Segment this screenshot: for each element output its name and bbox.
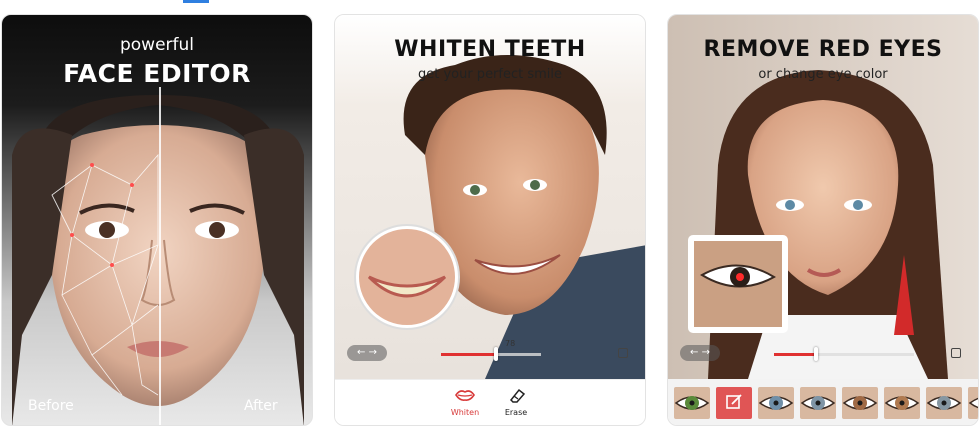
slider-fill <box>441 353 496 356</box>
dark-blue-eye-swatch[interactable] <box>968 387 978 419</box>
tool-erase[interactable]: Erase <box>491 386 541 417</box>
tool-whiten[interactable]: Whiten <box>440 386 490 417</box>
headline: REMOVE RED EYES <box>703 37 943 62</box>
tagline: powerful <box>119 35 195 55</box>
tool-bar: Whiten Erase <box>335 379 645 425</box>
tool-whiten-label: Whiten <box>450 408 480 417</box>
gray-eye-swatch[interactable] <box>926 387 962 419</box>
after-label: After <box>244 398 278 414</box>
hazel-eye-swatch[interactable] <box>842 387 878 419</box>
screenshot-face-editor[interactable]: powerful FACE EDITOR Before After <box>1 14 313 426</box>
redo-arrow-icon[interactable]: → <box>702 347 710 358</box>
undo-redo-control[interactable]: ← → <box>347 345 387 361</box>
gray-blue-eye-swatch[interactable] <box>800 387 836 419</box>
tool-erase-label: Erase <box>504 408 528 417</box>
carousel-indicator <box>183 0 209 3</box>
undo-redo-control[interactable]: ← → <box>680 345 720 361</box>
green-eye-swatch[interactable] <box>674 387 710 419</box>
intensity-slider[interactable] <box>774 347 914 361</box>
screenshot-remove-red-eyes[interactable]: REMOVE RED EYES or change eye color ← → <box>667 14 979 426</box>
edit-icon[interactable] <box>716 387 752 419</box>
eye-color-swatches <box>668 379 978 425</box>
screenshot-whiten-teeth[interactable]: WHITEN TEETH get your perfect smile ← → … <box>334 14 646 426</box>
compare-icon[interactable] <box>618 348 628 358</box>
before-after-divider[interactable] <box>159 87 161 425</box>
slider-value: 78 <box>505 339 516 348</box>
compare-icon[interactable] <box>951 348 961 358</box>
redo-arrow-icon[interactable]: → <box>369 347 377 358</box>
subtitle: get your perfect smile <box>417 67 563 82</box>
lips-icon <box>455 390 475 401</box>
headline: FACE EDITOR <box>63 59 251 88</box>
eraser-icon <box>509 388 526 403</box>
slider-thumb[interactable] <box>814 347 818 361</box>
undo-arrow-icon[interactable]: ← <box>357 347 365 358</box>
intensity-slider[interactable]: 78 <box>441 339 541 361</box>
slider-fill <box>774 353 816 356</box>
before-label: Before <box>28 398 74 414</box>
headline: WHITEN TEETH <box>394 37 586 62</box>
amber-eye-swatch[interactable] <box>884 387 920 419</box>
blue-eye-swatch[interactable] <box>758 387 794 419</box>
undo-arrow-icon[interactable]: ← <box>690 347 698 358</box>
subtitle: or change eye color <box>758 67 888 82</box>
slider-thumb[interactable] <box>494 347 498 361</box>
face-photo <box>12 95 304 425</box>
